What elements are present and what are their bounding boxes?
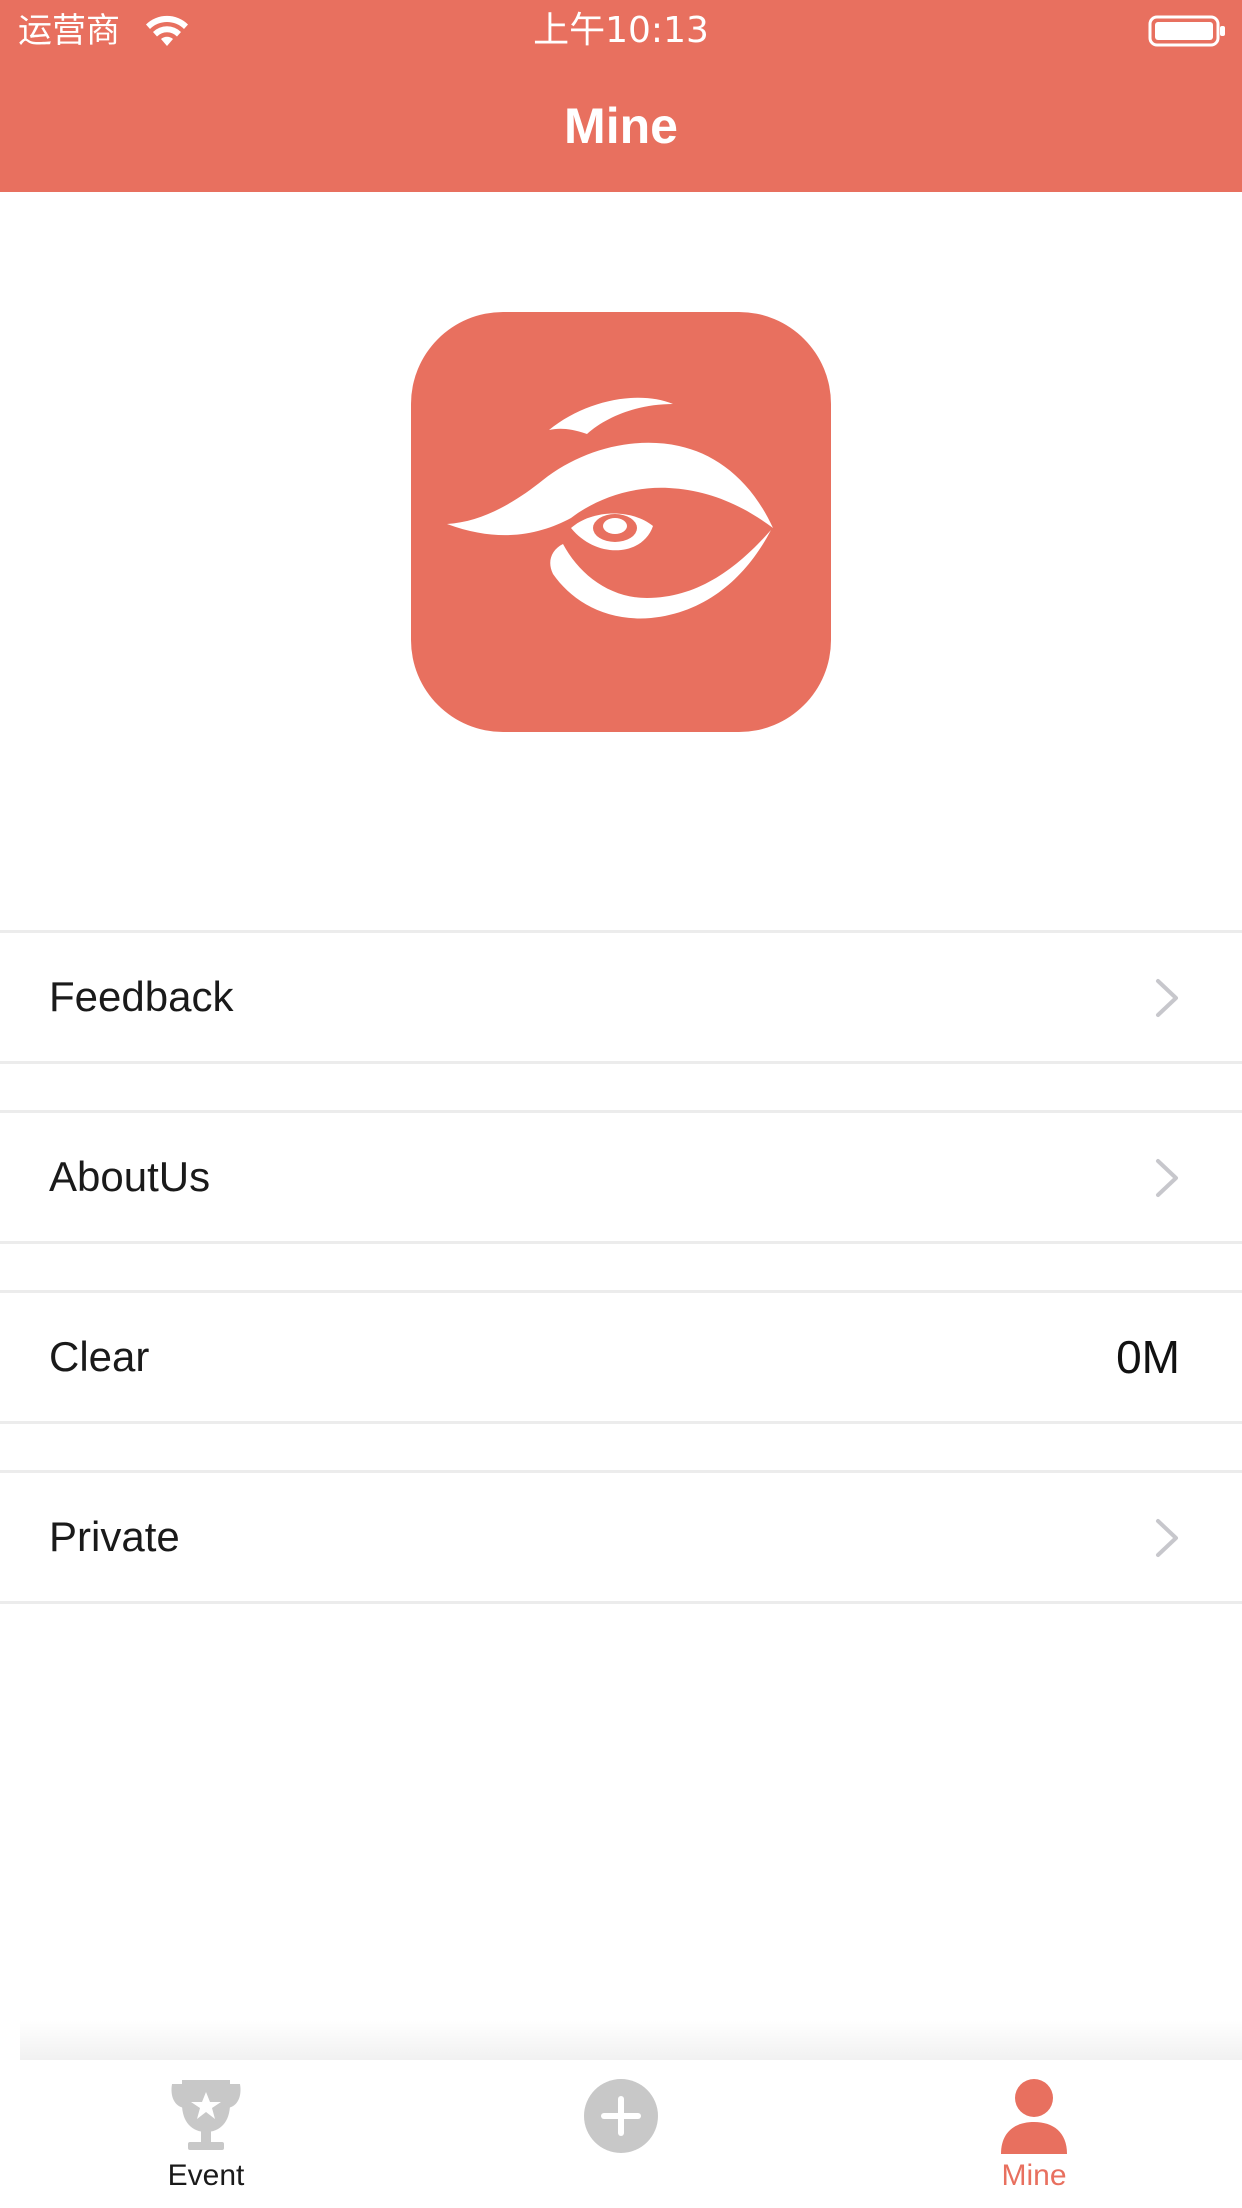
chevron-right-icon [1156,1519,1178,1557]
tab-label: Mine [1001,2159,1067,2192]
trophy-icon [171,2080,241,2150]
tab-label: Event [167,2159,245,2192]
menu-item-label: Private [49,1513,180,1560]
header: 运营商 上午10:13 Mine [0,0,1242,192]
eye-logo-icon [447,397,773,619]
chevron-right-icon [1156,1159,1178,1197]
menu-item-private[interactable]: Private [0,1470,1242,1604]
tab-mine[interactable]: Mine [954,2060,1114,2208]
menu-item-label: Feedback [49,973,234,1020]
tab-bar: Event Mine [0,2060,1242,2208]
menu-item-clear-cache[interactable]: Clear 0M [0,1290,1242,1424]
status-bar: 运营商 上午10:13 [0,0,1242,62]
plus-circle-icon [584,2079,658,2153]
menu-item-label: AboutUs [49,1153,211,1200]
battery-icon [1148,15,1225,47]
user-icon [1001,2079,1067,2154]
menu-item-feedback[interactable]: Feedback [0,930,1242,1064]
tabbar-shadow [20,2020,1242,2062]
cache-size-value: 0M [1116,1331,1180,1383]
menu-item-aboutus[interactable]: AboutUs [0,1110,1242,1244]
app-logo [411,312,831,732]
status-time: 上午10:13 [533,10,709,51]
tab-event[interactable]: Event [126,2060,286,2208]
page-title: Mine [564,98,678,154]
tab-add[interactable] [541,2060,701,2208]
chevron-right-icon [1156,979,1178,1017]
menu-item-label: Clear [49,1333,150,1380]
